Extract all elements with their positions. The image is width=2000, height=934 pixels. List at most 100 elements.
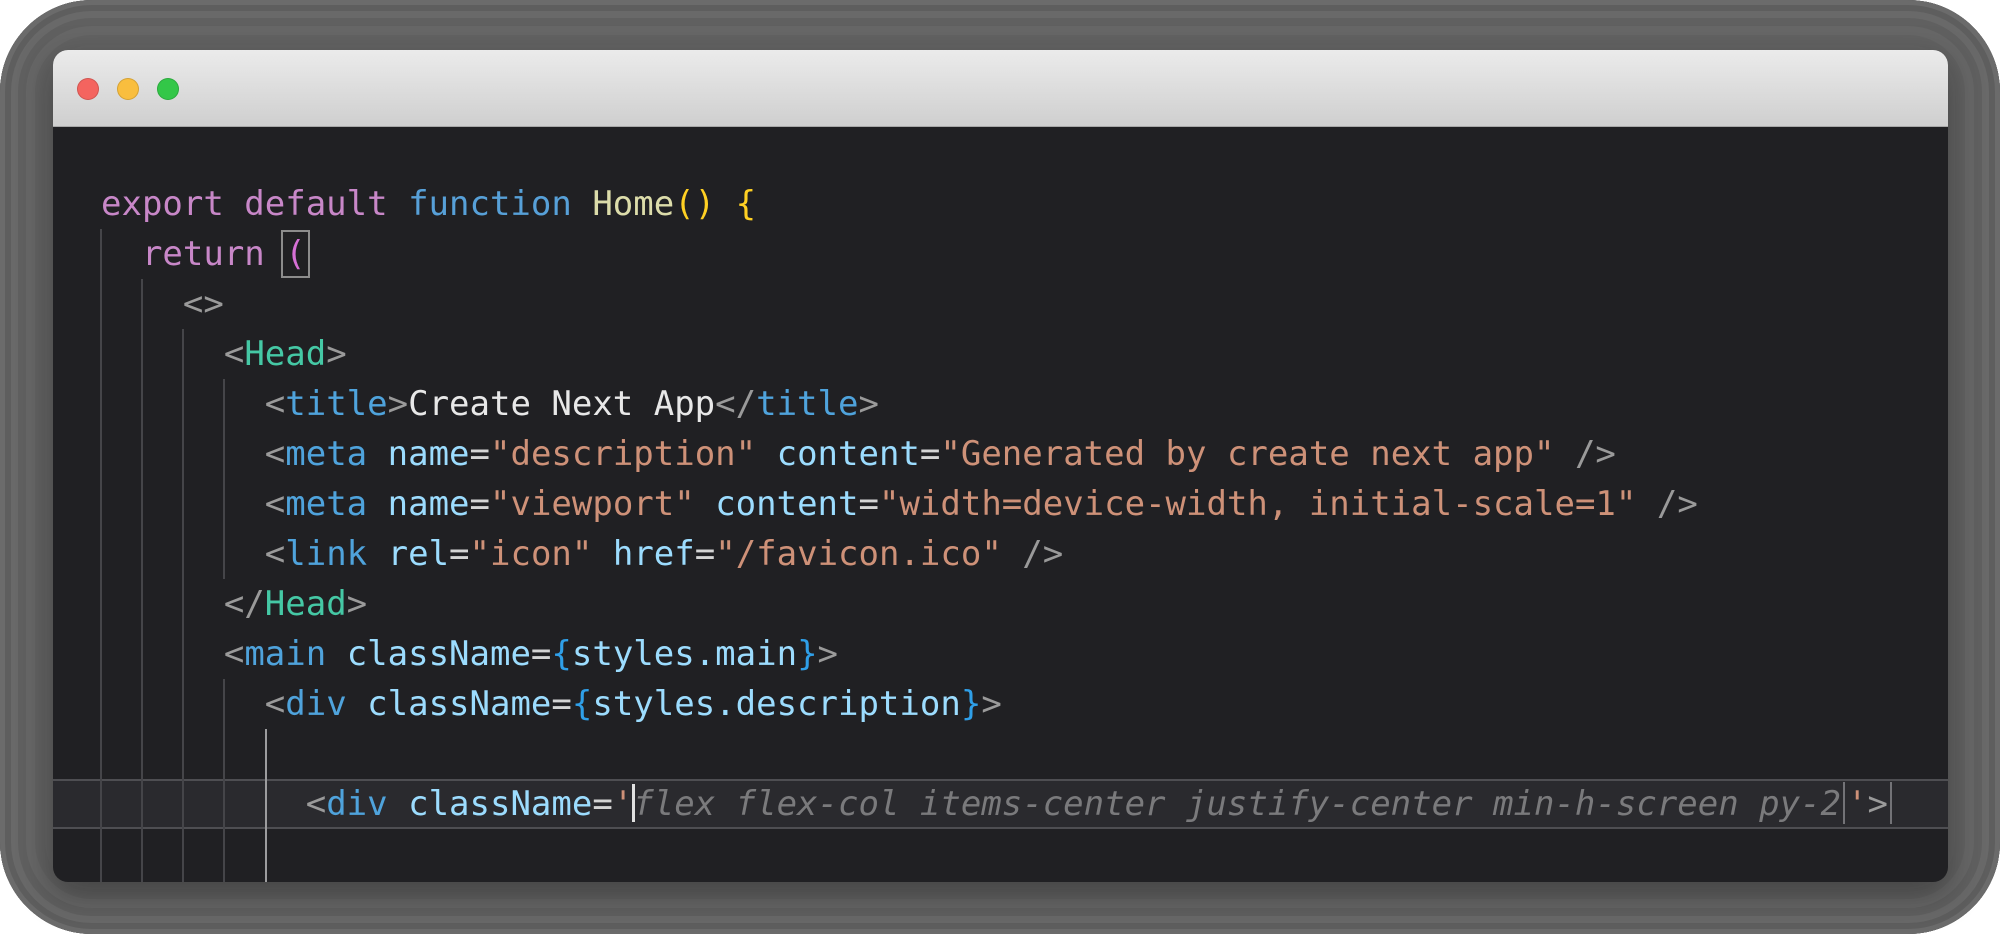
code-token: function <box>408 184 572 224</box>
code-line[interactable]: <div className={styles.description}> <box>101 679 1948 729</box>
code-token: main <box>244 634 326 674</box>
code-line[interactable]: <> <box>101 279 1948 329</box>
code-token <box>388 184 408 224</box>
ghost-boundary-bar <box>1843 782 1845 824</box>
code-token <box>715 184 735 224</box>
code-line[interactable]: export default function Home() { <box>101 179 1948 229</box>
minimize-button[interactable] <box>117 78 139 100</box>
code-line[interactable]: return ( <box>101 229 1948 279</box>
code-token: "viewport" <box>490 484 695 524</box>
code-token: ' <box>1847 784 1867 824</box>
code-token <box>265 234 285 274</box>
code-token <box>101 634 224 674</box>
code-lines: export default function Home() { return … <box>53 127 1948 829</box>
current-code-line[interactable]: <div className='flex flex-col items-cent… <box>53 779 1948 829</box>
code-line[interactable]: <meta name="description" content="Genera… <box>101 429 1948 479</box>
code-token: < <box>265 434 285 474</box>
code-token: > <box>981 684 1001 724</box>
code-token: title <box>756 384 858 424</box>
code-token <box>1002 534 1022 574</box>
code-token: = <box>551 684 571 724</box>
code-token: rel <box>388 534 449 574</box>
code-token: > <box>326 334 346 374</box>
code-line[interactable]: <Head> <box>101 329 1948 379</box>
close-button[interactable] <box>77 78 99 100</box>
code-token: styles.main <box>572 634 797 674</box>
code-token: </ <box>224 584 265 624</box>
background-frame: export default function Home() { return … <box>0 0 2000 934</box>
code-token: <> <box>183 284 224 324</box>
code-token: = <box>695 534 715 574</box>
code-area[interactable]: export default function Home() { return … <box>53 127 1948 882</box>
code-line[interactable]: </Head> <box>101 579 1948 629</box>
code-line[interactable]: <meta name="viewport" content="width=dev… <box>101 479 1948 529</box>
window-titlebar[interactable] <box>53 50 1948 127</box>
code-token: < <box>265 384 285 424</box>
code-token: "description" <box>490 434 756 474</box>
code-token: title <box>285 384 387 424</box>
code-token <box>347 684 367 724</box>
code-token: < <box>265 684 285 724</box>
code-token: = <box>531 634 551 674</box>
code-token <box>101 534 265 574</box>
code-token <box>367 534 387 574</box>
code-token: /> <box>1657 484 1698 524</box>
code-token <box>367 434 387 474</box>
code-token <box>592 534 612 574</box>
code-token: < <box>265 534 285 574</box>
code-token <box>1636 484 1656 524</box>
code-line[interactable] <box>101 729 1948 779</box>
code-token: < <box>265 484 285 524</box>
code-token: className <box>367 684 551 724</box>
code-token: div <box>326 784 387 824</box>
code-token <box>101 434 265 474</box>
code-token: } <box>961 684 981 724</box>
code-token: () <box>674 184 715 224</box>
code-token: Create Next App <box>408 384 715 424</box>
code-token: name <box>388 434 470 474</box>
code-token: < <box>306 784 326 824</box>
code-token: meta <box>285 484 367 524</box>
code-token: /> <box>1022 534 1063 574</box>
code-token: export default <box>101 184 388 224</box>
code-token: = <box>449 534 469 574</box>
code-token <box>101 584 224 624</box>
code-token: = <box>592 784 612 824</box>
code-token: div <box>285 684 346 724</box>
code-token <box>1554 434 1574 474</box>
code-token <box>101 234 142 274</box>
code-token: Home <box>592 184 674 224</box>
code-token: > <box>388 384 408 424</box>
code-token: = <box>920 434 940 474</box>
code-token <box>367 484 387 524</box>
code-token: "icon" <box>470 534 593 574</box>
code-token <box>101 284 183 324</box>
code-token: content <box>777 434 920 474</box>
code-token: ' <box>613 784 633 824</box>
ghost-suggestion-text: flex flex-col items-center justify-cente… <box>633 784 1841 824</box>
code-token: /> <box>1575 434 1616 474</box>
code-token: > <box>818 634 838 674</box>
code-token: content <box>715 484 858 524</box>
code-line[interactable]: <main className={styles.main}> <box>101 629 1948 679</box>
code-token: </ <box>715 384 756 424</box>
editor-window: export default function Home() { return … <box>53 50 1948 882</box>
code-token <box>101 334 224 374</box>
code-token: meta <box>285 434 367 474</box>
code-token: = <box>470 484 490 524</box>
code-token: { <box>736 184 756 224</box>
code-token: ( <box>285 234 305 274</box>
code-token: = <box>858 484 878 524</box>
code-line[interactable]: <title>Create Next App</title> <box>101 379 1948 429</box>
code-token <box>572 184 592 224</box>
code-token <box>695 484 715 524</box>
screenshot-stage: export default function Home() { return … <box>0 0 2000 934</box>
code-token: name <box>388 484 470 524</box>
zoom-button[interactable] <box>157 78 179 100</box>
code-line[interactable]: <link rel="icon" href="/favicon.ico" /> <box>101 529 1948 579</box>
code-token: Head <box>265 584 347 624</box>
ghost-boundary-bar <box>1890 782 1892 824</box>
code-token: Head <box>244 334 326 374</box>
code-token <box>326 634 346 674</box>
code-token <box>101 384 265 424</box>
